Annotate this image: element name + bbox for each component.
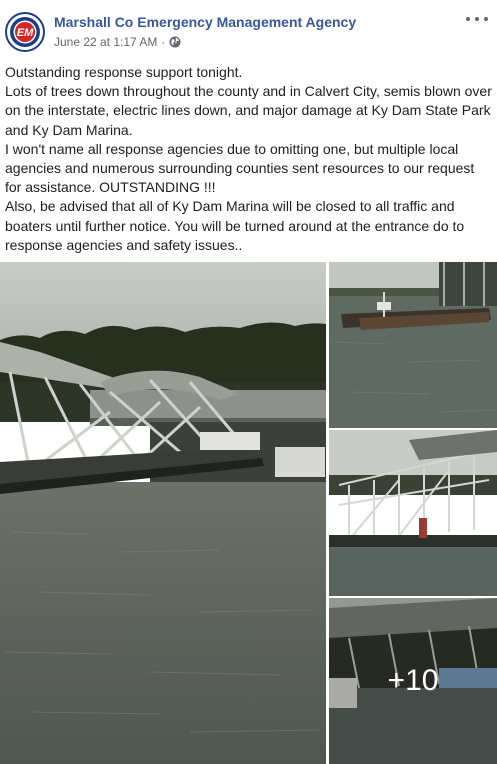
more-photos-count: +10 <box>387 664 439 697</box>
post-paragraph: Outstanding response support tonight. <box>5 64 243 80</box>
post-paragraph: Lots of trees down throughout the county… <box>5 83 492 138</box>
photo-dock-water[interactable] <box>329 262 497 428</box>
meta-separator: · <box>161 35 166 49</box>
post-text: Outstanding response support tonight. Lo… <box>5 63 493 255</box>
page-name-link[interactable]: Marshall Co Emergency Management Agency <box>54 14 356 30</box>
post-paragraph: Also, be advised that all of Ky Dam Mari… <box>5 198 465 253</box>
post-meta: June 22 at 1:17 AM · <box>54 35 181 49</box>
photo-grid: +10 <box>0 262 497 764</box>
globe-icon[interactable] <box>169 36 181 48</box>
photo-damaged-dock-main[interactable] <box>0 262 326 764</box>
agency-logo-icon: EM <box>8 15 42 49</box>
more-options-icon[interactable] <box>466 12 488 26</box>
post-paragraph: I won't name all response agencies due t… <box>5 140 475 196</box>
svg-text:EM: EM <box>17 27 34 39</box>
more-photos-overlay[interactable]: +10 <box>329 598 497 764</box>
post-header: EM Marshall Co Emergency Management Agen… <box>0 0 497 62</box>
page-avatar[interactable]: EM <box>5 12 45 52</box>
post-timestamp[interactable]: June 22 at 1:17 AM <box>54 35 157 49</box>
facebook-post: EM Marshall Co Emergency Management Agen… <box>0 0 497 764</box>
photo-collapsed-frames[interactable] <box>329 430 497 596</box>
photo-more-photos[interactable]: +10 <box>329 598 497 764</box>
